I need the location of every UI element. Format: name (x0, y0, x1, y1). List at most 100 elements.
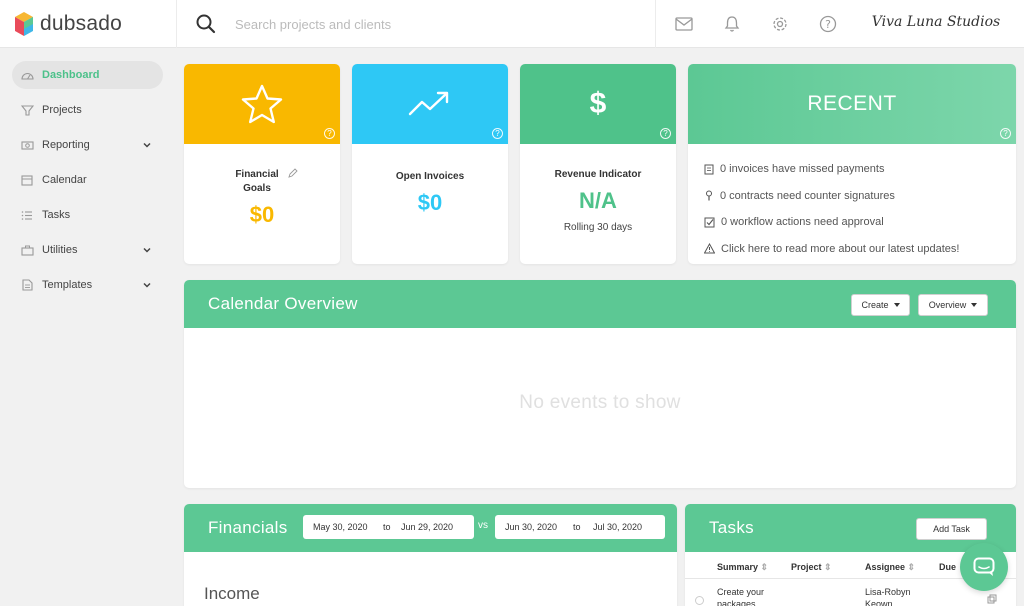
sidebar-item-label: Projects (42, 104, 82, 116)
recent-card: RECENT ? 0 invoices have missed payments… (688, 64, 1016, 264)
svg-text:?: ? (825, 18, 831, 31)
revenue-indicator-value: N/A (579, 188, 617, 213)
bell-icon[interactable] (708, 0, 756, 48)
vs-label: vs (478, 520, 488, 531)
calendar-icon (20, 173, 34, 187)
invoice-icon (704, 164, 714, 175)
projects-icon (20, 103, 34, 117)
calendar-overview-header: Calendar Overview Create Overview (184, 280, 1016, 328)
calendar-overview-title: Calendar Overview (208, 294, 358, 313)
sidebar-item-label: Utilities (42, 244, 78, 256)
recent-item[interactable]: Click here to read more about our latest… (704, 236, 1000, 263)
recent-item-text: 0 invoices have missed payments (720, 163, 885, 176)
no-events-text: No events to show (519, 392, 681, 413)
mail-icon[interactable] (660, 0, 708, 48)
date-range-2[interactable]: Jun 30, 2020 to Jul 30, 2020 (495, 515, 665, 539)
utilities-icon (20, 243, 34, 257)
chat-launcher-button[interactable] (960, 543, 1008, 591)
sidebar-item-label: Reporting (42, 139, 90, 151)
sort-icon: ⇕ (824, 562, 832, 572)
warning-icon (704, 243, 715, 254)
app-logo[interactable]: dubsado (14, 9, 122, 39)
tasks-title: Tasks (709, 518, 754, 537)
top-bar: dubsado ? Viva Luna Studios (0, 0, 1024, 48)
search-input[interactable] (235, 16, 615, 32)
sort-icon: ⇕ (907, 562, 916, 572)
dashboard-icon (20, 68, 34, 82)
revenue-indicator-sub: Rolling 30 days (563, 222, 633, 233)
logo-text: dubsado (40, 12, 122, 35)
date-to-label: to (573, 522, 581, 532)
col-summary[interactable]: Summary ⇕ (717, 562, 768, 573)
pencil-icon[interactable] (288, 168, 298, 178)
financial-goals-card[interactable]: ? Financial Goals $0 (184, 64, 340, 264)
create-dropdown-button[interactable]: Create (851, 294, 910, 316)
add-task-label: Add Task (933, 524, 970, 534)
chat-icon (973, 557, 995, 576)
recent-item[interactable]: 0 contracts need counter signatures (704, 183, 1000, 210)
task-assignee-line2: Keown (865, 599, 893, 606)
tasks-icon (20, 208, 34, 222)
sidebar-item-label: Templates (42, 279, 93, 291)
studio-name[interactable]: Viva Luna Studios (856, 14, 1016, 30)
top-icons: ? (660, 0, 852, 48)
open-invoices-label: Open Invoices (395, 171, 465, 182)
help-icon[interactable]: ? (1000, 128, 1011, 139)
sidebar-item-reporting[interactable]: Reporting (12, 131, 163, 159)
check-circle-icon[interactable] (695, 596, 704, 605)
create-label: Create (861, 300, 889, 310)
revenue-indicator-body: Revenue Indicator N/A Rolling 30 days (520, 168, 676, 233)
tasks-header: Tasks Add Task (685, 504, 1016, 552)
date-range-1[interactable]: May 30, 2020 to Jun 29, 2020 (303, 515, 474, 539)
chevron-down-icon[interactable] (141, 244, 153, 256)
help-icon[interactable]: ? (804, 0, 852, 48)
sidebar-item-utilities[interactable]: Utilities (12, 236, 163, 264)
financial-goals-value: $0 (249, 202, 275, 227)
open-invoices-header: ? (352, 64, 508, 144)
calendar-overview-card: Calendar Overview Create Overview No eve… (184, 280, 1016, 488)
sidebar-item-tasks[interactable]: Tasks (12, 201, 163, 229)
income-label: Income (204, 584, 260, 603)
sidebar-item-projects[interactable]: Projects (12, 96, 163, 124)
recent-item-text: 0 workflow actions need approval (721, 216, 884, 229)
help-icon[interactable]: ? (324, 128, 335, 139)
search-icon[interactable] (195, 13, 217, 35)
pen-nib-icon (706, 190, 712, 201)
financials-title: Financials (208, 518, 288, 537)
sidebar-item-calendar[interactable]: Calendar (12, 166, 163, 194)
sidebar: Dashboard Projects Reporting Calendar Ta… (0, 48, 176, 606)
sidebar-item-dashboard[interactable]: Dashboard (12, 61, 163, 89)
financials-header: Financials May 30, 2020 to Jun 29, 2020 … (184, 504, 677, 552)
financial-goals-body: Financial Goals $0 (184, 168, 340, 228)
revenue-indicator-label: Revenue Indicator (554, 169, 642, 180)
sidebar-item-label: Tasks (42, 209, 71, 221)
recent-item[interactable]: 0 workflow actions need approval (704, 209, 1000, 236)
recent-item[interactable]: 0 invoices have missed payments (704, 156, 1000, 183)
chevron-down-icon[interactable] (141, 139, 153, 151)
revenue-indicator-card[interactable]: $ ? Revenue Indicator N/A Rolling 30 day… (520, 64, 676, 264)
recent-item-text: 0 contracts need counter signatures (720, 189, 895, 202)
help-icon[interactable]: ? (660, 128, 671, 139)
gear-icon[interactable] (756, 0, 804, 48)
open-invoices-card[interactable]: ? Open Invoices $0 (352, 64, 508, 264)
col-assignee[interactable]: Assignee ⇕ (865, 562, 915, 573)
chevron-down-icon[interactable] (141, 279, 153, 291)
col-project[interactable]: Project ⇕ (791, 562, 832, 573)
open-invoices-body: Open Invoices $0 (352, 170, 508, 216)
recent-item-text: Click here to read more about our latest… (721, 242, 960, 255)
date-from: May 30, 2020 (313, 522, 368, 532)
copy-icon[interactable] (987, 594, 997, 604)
help-icon[interactable]: ? (492, 128, 503, 139)
col-due[interactable]: Due (939, 562, 956, 572)
revenue-indicator-header: $ ? (520, 64, 676, 144)
task-summary-line1: Create your (717, 587, 765, 597)
dollar-icon: $ (589, 87, 607, 120)
task-summary-line2: packages (717, 599, 756, 606)
caret-down-icon (893, 303, 900, 307)
sort-icon: ⇕ (760, 562, 769, 572)
sidebar-item-templates[interactable]: Templates (12, 271, 163, 299)
add-task-button[interactable]: Add Task (916, 518, 987, 540)
overview-dropdown-button[interactable]: Overview (918, 294, 988, 316)
date-to: Jul 30, 2020 (593, 522, 643, 532)
reporting-icon (20, 138, 34, 152)
